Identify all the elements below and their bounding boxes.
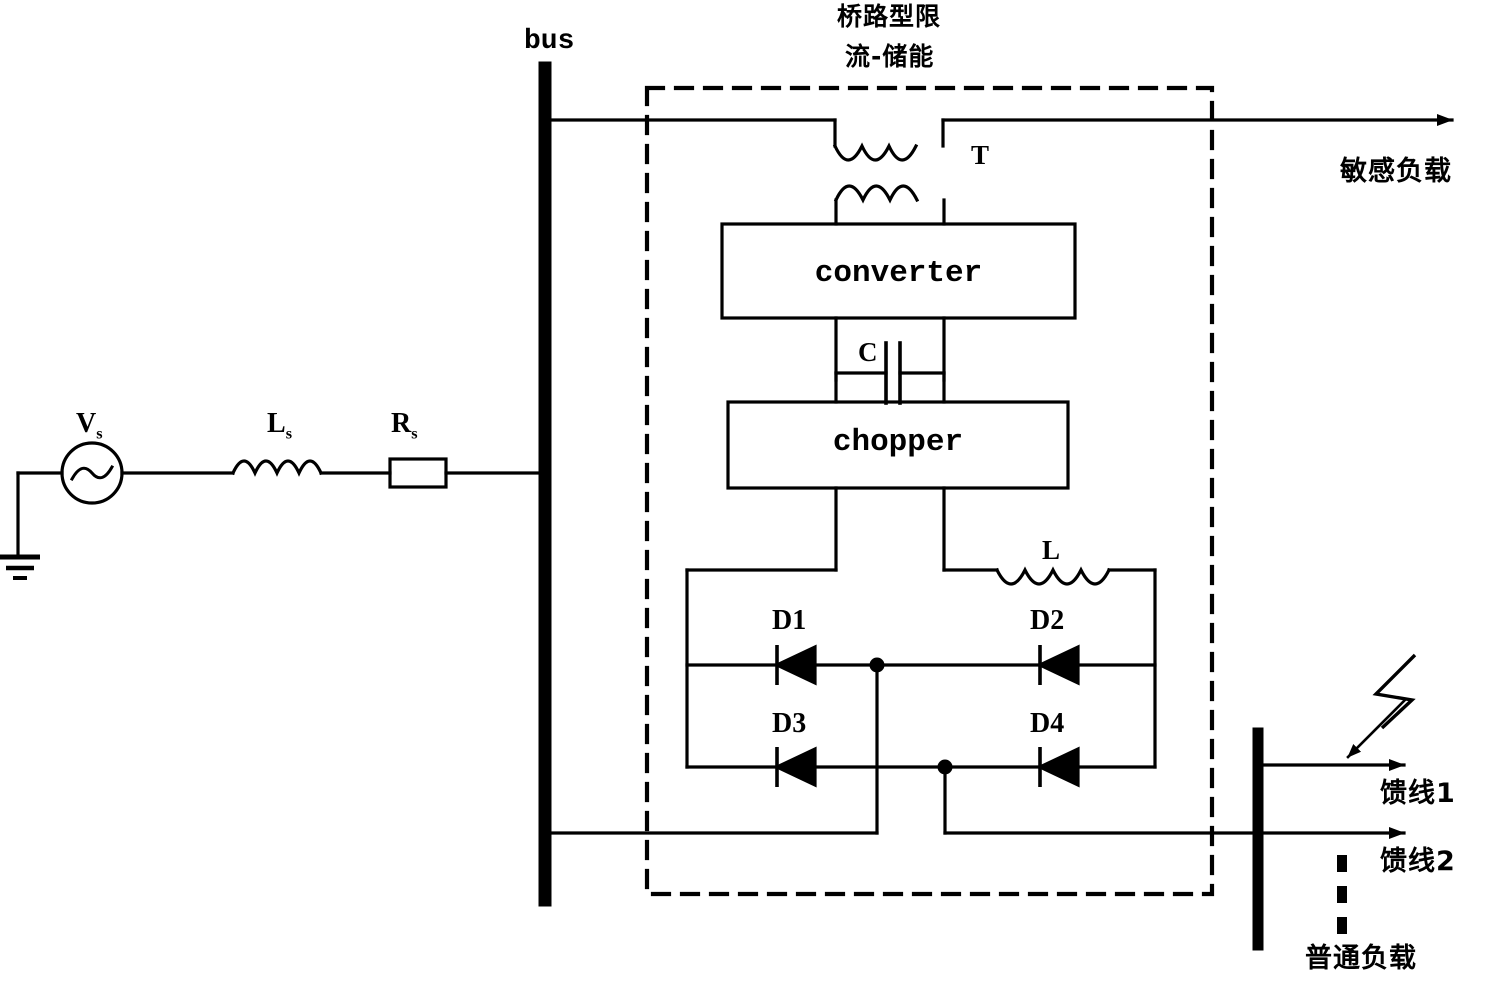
source-inductor-label: Ls [267, 408, 293, 443]
transformer-label: T [971, 140, 990, 170]
source-voltage-label: Vs [76, 408, 103, 443]
feeder-ellipsis [1337, 855, 1347, 934]
junction-dot-d3-d4 [937, 759, 953, 775]
capacitor-label: C [858, 337, 878, 367]
junction-dot-d1-d2 [869, 657, 885, 673]
circuit-diagram-canvas: 桥路型限 流-储能 bus Vs Ls Rs T converter C cho… [0, 0, 1489, 982]
diode-d1-label: D1 [772, 605, 807, 636]
converter-label: converter [814, 256, 983, 291]
ac-source-sine [69, 464, 115, 482]
fault-arrow [1346, 698, 1407, 759]
bridge-inductor-label: L [1042, 535, 1061, 565]
diode-d2-label: D2 [1030, 605, 1065, 636]
inductor-ls-coil [230, 459, 324, 477]
transformer-primary-coil [832, 142, 919, 162]
inductor-l-coil [994, 566, 1112, 586]
source-resistor-label: Rs [391, 408, 418, 443]
diode-d2-triangle [1036, 644, 1080, 686]
diode-d3-triangle [773, 746, 817, 788]
transformer-secondary-coil [833, 184, 920, 204]
limiter-title-line1: 桥路型限 [837, 2, 942, 31]
diode-d1-triangle [773, 644, 817, 686]
schematic-drawing [0, 61, 1454, 951]
feeder-1-label: 馈线1 [1380, 778, 1456, 809]
lightning-fault-icon [1372, 653, 1417, 730]
limiter-enclosure-dashed-box [644, 85, 1215, 897]
normal-load-label: 普通负载 [1305, 943, 1417, 974]
sensitive-load-label: 敏感负载 [1340, 156, 1452, 187]
diode-d4-label: D4 [1030, 708, 1065, 739]
diode-d4-triangle [1036, 746, 1080, 788]
chopper-label: chopper [832, 425, 964, 460]
resistor-rs-body [388, 457, 448, 489]
diode-d3-label: D3 [772, 708, 807, 739]
bus-label: bus [524, 26, 575, 57]
feeder-2-label: 馈线2 [1380, 846, 1456, 877]
limiter-title-line2: 流-储能 [845, 42, 935, 71]
